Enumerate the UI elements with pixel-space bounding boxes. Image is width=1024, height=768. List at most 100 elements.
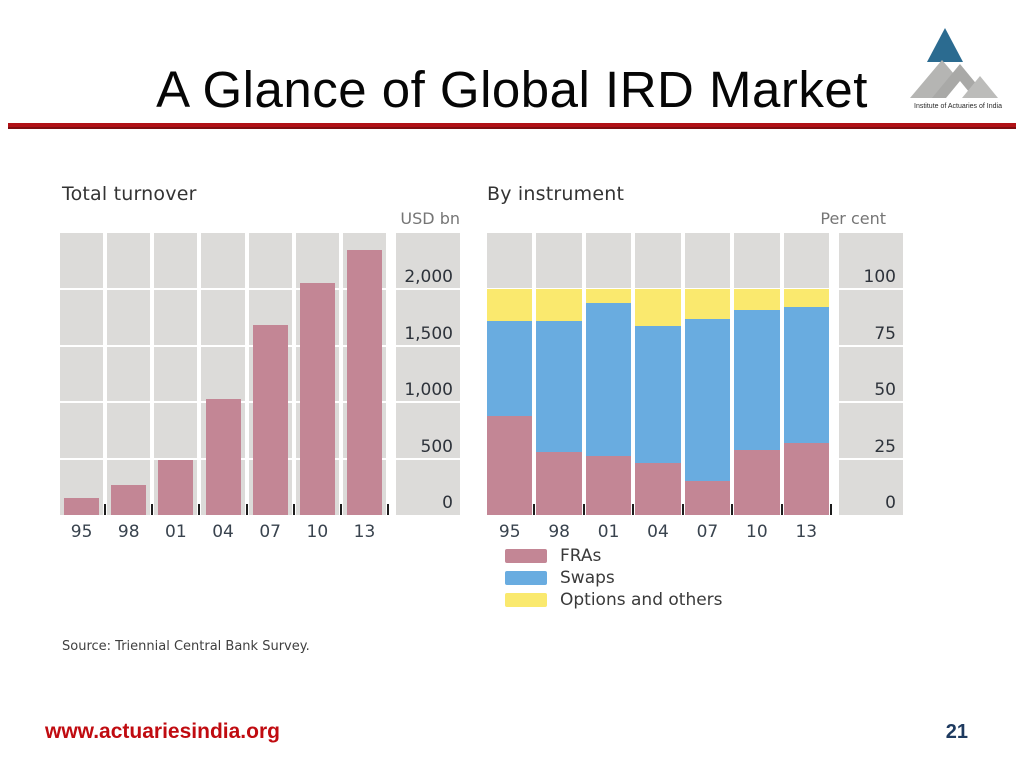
y-axis-panel: 0 25 50 75 100 (839, 233, 903, 515)
axis-unit-label-usd-bn: USD bn (340, 209, 460, 228)
source-note: Source: Triennial Central Bank Survey. (62, 639, 310, 654)
bar-segment-fras-04 (635, 463, 680, 515)
bar-07 (253, 325, 288, 515)
legend-label-swaps: Swaps (560, 568, 615, 588)
gridline (60, 345, 386, 347)
bar-segment-swaps-07 (685, 319, 730, 481)
bar-95 (64, 498, 99, 515)
y-tick-label: 500 (396, 439, 460, 456)
bar-segment-options-and-others-98 (536, 289, 581, 321)
bar-segment-options-and-others-07 (685, 289, 730, 318)
x-tick-label: 04 (201, 522, 244, 542)
bar-segment-fras-95 (487, 416, 532, 515)
x-tick-label: 98 (536, 522, 581, 542)
y-tick-label: 1,000 (396, 382, 460, 399)
axis-tick (198, 504, 200, 515)
y-tick-label: 0 (396, 495, 460, 512)
chart-by-instrument: 959801040710130255075100 (487, 233, 903, 515)
legend-item-options-and-others: Options and others (505, 589, 723, 611)
x-tick-label: 13 (784, 522, 829, 542)
bar-segment-fras-10 (734, 450, 779, 515)
footer-url: www.actuariesindia.org (45, 720, 280, 744)
axis-tick (104, 504, 106, 515)
y-axis-panel: 0 500 1,000 1,500 2,000 (396, 233, 460, 515)
bar-segment-options-and-others-13 (784, 289, 829, 307)
axis-tick (731, 504, 733, 515)
x-tick-label: 10 (734, 522, 779, 542)
title-underline (8, 123, 1016, 129)
gridline (396, 288, 460, 290)
x-tick-label: 10 (296, 522, 339, 542)
x-tick-label: 95 (60, 522, 103, 542)
x-tick-label: 98 (107, 522, 150, 542)
x-tick-label: 01 (586, 522, 631, 542)
axis-tick (682, 504, 684, 515)
y-tick-label: 2,000 (396, 269, 460, 286)
page-number: 21 (946, 721, 968, 744)
bar-13 (347, 250, 382, 515)
bar-segment-swaps-01 (586, 303, 631, 456)
bar-04 (206, 399, 241, 515)
bar-segment-options-and-others-95 (487, 289, 532, 321)
bar-segment-options-and-others-10 (734, 289, 779, 309)
x-tick-label: 07 (249, 522, 292, 542)
bar-segment-swaps-13 (784, 307, 829, 442)
x-tick-label: 01 (154, 522, 197, 542)
x-tick-label: 04 (635, 522, 680, 542)
y-tick-label: 25 (839, 439, 903, 456)
axis-tick (340, 504, 342, 515)
logo-blue-triangle (927, 28, 963, 62)
x-tick-label: 13 (343, 522, 386, 542)
plot-column (107, 233, 150, 515)
gridline (839, 458, 903, 460)
chart-total-turnover: 9598010407101305001,0001,5002,000 (60, 233, 460, 515)
bar-segment-fras-13 (784, 443, 829, 515)
bar-segment-swaps-10 (734, 310, 779, 450)
y-tick-label: 0 (839, 495, 903, 512)
x-tick-label: 07 (685, 522, 730, 542)
axis-tick (293, 504, 295, 515)
bar-01 (158, 460, 193, 515)
y-tick-label: 100 (839, 269, 903, 286)
bar-segment-fras-98 (536, 452, 581, 515)
bar-segment-swaps-04 (635, 326, 680, 464)
y-tick-label: 75 (839, 326, 903, 343)
legend-swatch-options-and-others (505, 593, 547, 607)
axis-tick (151, 504, 153, 515)
slide-title: A Glance of Global IRD Market (0, 60, 1024, 119)
gridline (396, 401, 460, 403)
legend-item-fras: FRAs (505, 545, 723, 567)
chart-title-total-turnover: Total turnover (62, 183, 197, 205)
axis-unit-label-per-cent: Per cent (766, 209, 886, 228)
gridline (839, 288, 903, 290)
legend-swatch-fras (505, 549, 547, 563)
bar-10 (300, 283, 335, 515)
chart-legend: FRAsSwapsOptions and others (505, 545, 723, 611)
gridline (839, 345, 903, 347)
bar-segment-swaps-98 (536, 321, 581, 452)
y-tick-label: 50 (839, 382, 903, 399)
gridline (839, 401, 903, 403)
bar-segment-options-and-others-01 (586, 289, 631, 303)
legend-label-fras: FRAs (560, 546, 601, 566)
axis-tick (781, 504, 783, 515)
plot-column (60, 233, 103, 515)
y-tick-label: 1,500 (396, 326, 460, 343)
bar-segment-fras-07 (685, 481, 730, 515)
legend-item-swaps: Swaps (505, 567, 723, 589)
axis-tick (387, 504, 389, 515)
slide: Institute of Actuaries of India A Glance… (0, 0, 1024, 768)
gridline (396, 458, 460, 460)
legend-label-options-and-others: Options and others (560, 590, 723, 610)
axis-tick (246, 504, 248, 515)
gridline (396, 345, 460, 347)
axis-tick (583, 504, 585, 515)
x-tick-label: 95 (487, 522, 532, 542)
bar-segment-options-and-others-04 (635, 289, 680, 325)
chart-title-by-instrument: By instrument (487, 183, 624, 205)
axis-tick (533, 504, 535, 515)
legend-swatch-swaps (505, 571, 547, 585)
axis-tick (632, 504, 634, 515)
gridline (60, 288, 386, 290)
axis-tick (830, 504, 832, 515)
